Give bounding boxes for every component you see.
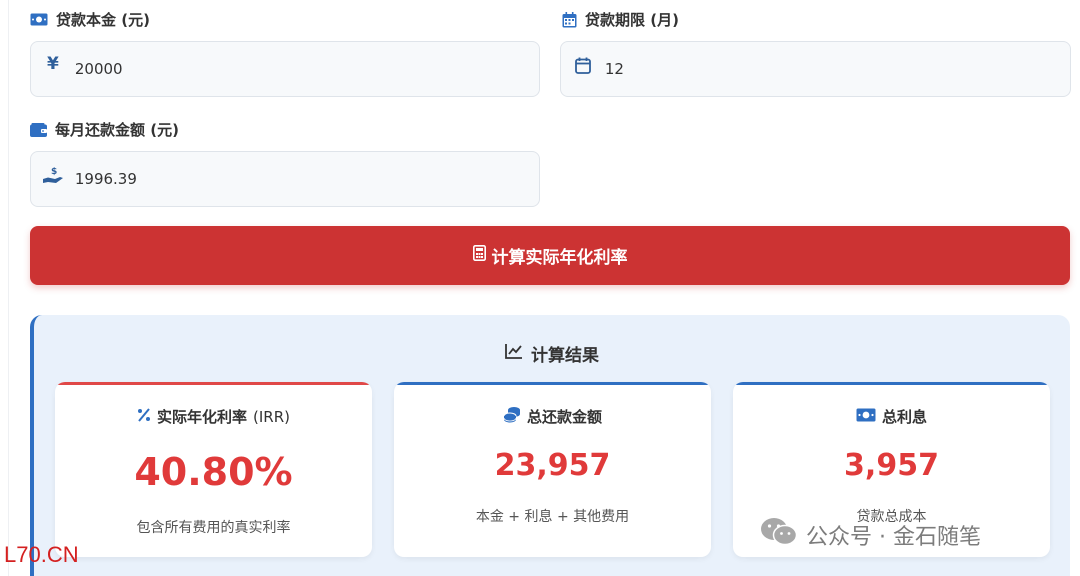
irr-label-suffix: (IRR) <box>253 407 290 426</box>
irr-label-text: 实际年化利率 <box>157 408 248 426</box>
principal-label-text: 贷款本金 (元) <box>56 11 150 29</box>
calculate-button-label: 计算实际年化利率 <box>491 248 628 268</box>
principal-label: 贷款本金 (元) <box>30 9 150 30</box>
total-label-text: 总还款金额 <box>526 408 602 426</box>
coins-icon <box>503 406 521 427</box>
term-label-text: 贷款期限 (月) <box>585 11 679 29</box>
interest-label: 总利息 <box>733 406 1050 427</box>
yen-icon: ¥ <box>47 54 59 74</box>
monthly-label-text: 每月还款金额 (元) <box>55 121 179 139</box>
svg-text:$: $ <box>51 167 57 177</box>
calculate-button[interactable]: 计算实际年化利率 <box>30 226 1070 285</box>
principal-input-box[interactable]: ¥ <box>30 41 540 97</box>
term-input-box[interactable] <box>560 41 1071 97</box>
calendar-icon <box>562 11 577 28</box>
site-watermark: L70.CN <box>4 542 79 567</box>
interest-label-text: 总利息 <box>881 408 927 426</box>
irr-note: 包含所有费用的真实利率 <box>136 520 291 536</box>
monthly-input-box[interactable]: $ <box>30 151 540 207</box>
wallet-icon <box>30 122 47 137</box>
chart-line-icon <box>505 343 523 364</box>
watermark-text: 公众号 · 金石随笔 <box>806 525 981 550</box>
card-accent-line <box>394 382 711 385</box>
irr-label: 实际年化利率 (IRR) <box>55 406 372 427</box>
calendar-outline-icon <box>561 57 605 74</box>
money-bill-icon <box>856 408 876 426</box>
term-input[interactable] <box>604 42 1070 96</box>
monthly-input[interactable] <box>74 152 539 206</box>
irr-value: 40.80% <box>134 450 293 494</box>
hand-holding-dollar-icon: $ <box>31 166 75 186</box>
principal-input[interactable] <box>74 42 539 96</box>
wechat-icon <box>760 516 798 554</box>
interest-value: 3,957 <box>844 448 939 483</box>
total-value: 23,957 <box>494 448 611 483</box>
monthly-label: 每月还款金额 (元) <box>30 119 179 140</box>
card-accent-line <box>55 382 372 385</box>
watermark: 公众号 · 金石随笔 <box>760 516 981 554</box>
calculator-icon <box>472 245 486 266</box>
page-edge <box>8 0 9 576</box>
result-card-irr: 实际年化利率 (IRR) 40.80% 包含所有费用的真实利率 <box>55 382 372 557</box>
money-bill-icon <box>30 13 48 26</box>
results-title-text: 计算结果 <box>531 346 599 366</box>
result-card-total: 总还款金额 23,957 本金 + 利息 + 其他费用 <box>394 382 711 557</box>
percent-icon <box>137 407 151 426</box>
results-title: 计算结果 <box>34 341 1070 366</box>
total-label: 总还款金额 <box>394 406 711 427</box>
total-note: 本金 + 利息 + 其他费用 <box>475 509 630 525</box>
term-label: 贷款期限 (月) <box>562 9 679 30</box>
card-accent-line <box>733 382 1050 385</box>
